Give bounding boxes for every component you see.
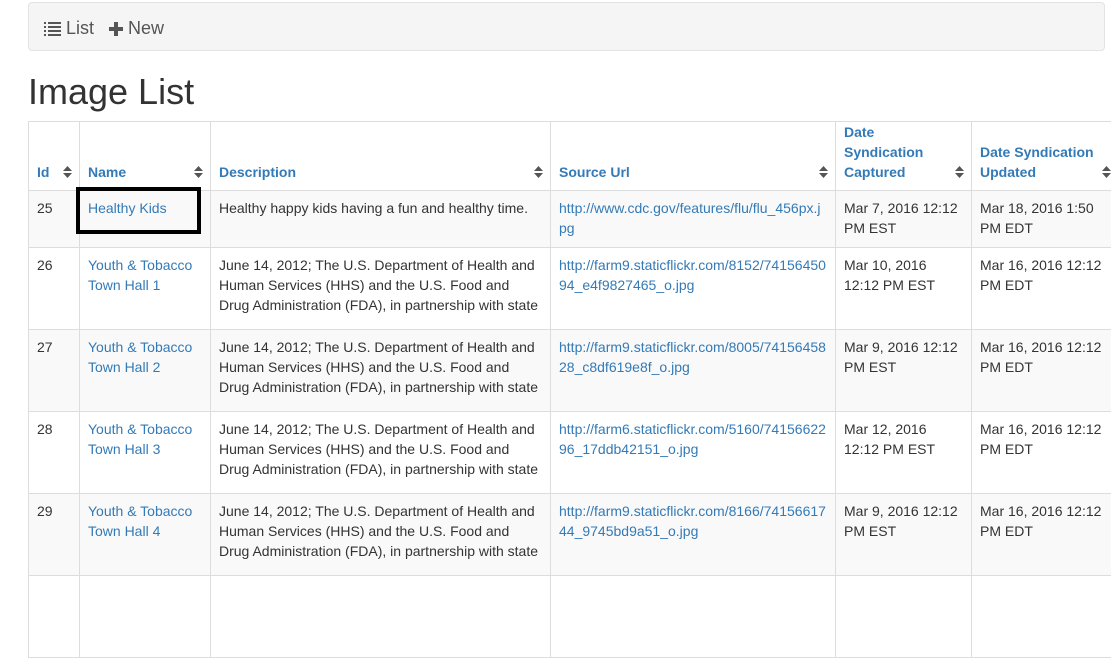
table-header-row: Id Name Description Source Url Date Synd… [29,122,1111,191]
cell-source-url: http://farm9.staticflickr.com/8166/74156… [551,494,836,576]
cell-id: 25 [29,191,80,248]
source-url-link[interactable]: http://farm9.staticflickr.com/8166/74156… [559,503,826,539]
table-row [29,576,1111,658]
name-link[interactable]: Healthy Kids [88,200,167,216]
column-header-label: Date Syndication Captured [844,122,963,182]
cell-id: 27 [29,330,80,412]
cell-date-captured: Mar 12, 2016 12:12 PM EST [836,412,972,494]
cell-id: 28 [29,412,80,494]
table-row: 27 Youth & Tobacco Town Hall 2 June 14, … [29,330,1111,412]
description-text: June 14, 2012; The U.S. Department of He… [219,337,542,397]
cell-description [211,576,551,658]
source-url-link[interactable]: http://farm9.staticflickr.com/8005/74156… [559,339,826,375]
cell-date-updated: Mar 16, 2016 12:12 PM EDT [972,494,1111,576]
cell-date-updated [972,576,1111,658]
sort-icon [955,166,964,178]
description-text: June 14, 2012; The U.S. Department of He… [219,255,542,315]
new-button-label: New [128,18,164,39]
sort-icon [63,166,72,178]
list-button[interactable]: List [44,18,94,39]
sort-icon [1102,166,1111,178]
description-text: June 14, 2012; The U.S. Department of He… [219,501,542,561]
column-header-date-updated[interactable]: Date Syndication Updated [972,122,1111,191]
cell-name: Youth & Tobacco Town Hall 4 [80,494,211,576]
name-link[interactable]: Youth & Tobacco Town Hall 3 [88,421,192,457]
cell-description: June 14, 2012; The U.S. Department of He… [211,412,551,494]
column-header-description[interactable]: Description [211,122,551,191]
sort-icon [819,166,828,178]
cell-name [80,576,211,658]
column-header-date-captured[interactable]: Date Syndication Captured [836,122,972,191]
image-table-container: Id Name Description Source Url Date Synd… [28,121,1111,658]
cell-name: Healthy Kids [80,191,211,248]
sort-icon [194,166,203,178]
cell-description: Healthy happy kids having a fun and heal… [211,191,551,248]
cell-date-captured: Mar 10, 2016 12:12 PM EST [836,248,972,330]
cell-date-captured: Mar 9, 2016 12:12 PM EST [836,494,972,576]
cell-date-updated: Mar 16, 2016 12:12 PM EDT [972,330,1111,412]
sort-icon [534,166,543,178]
new-button[interactable]: New [109,18,164,39]
description-text: June 14, 2012; The U.S. Department of He… [219,419,542,479]
cell-date-captured [836,576,972,658]
cell-name: Youth & Tobacco Town Hall 1 [80,248,211,330]
table-row: 26 Youth & Tobacco Town Hall 1 June 14, … [29,248,1111,330]
description-text: Healthy happy kids having a fun and heal… [219,198,542,218]
cell-name: Youth & Tobacco Town Hall 3 [80,412,211,494]
table-row: 29 Youth & Tobacco Town Hall 4 June 14, … [29,494,1111,576]
toolbar: List New [28,2,1105,51]
name-link[interactable]: Youth & Tobacco Town Hall 2 [88,339,192,375]
column-header-name[interactable]: Name [80,122,211,191]
list-icon [44,21,61,37]
cell-date-updated: Mar 18, 2016 1:50 PM EDT [972,191,1111,248]
plus-icon [109,22,123,36]
cell-source-url: http://farm6.staticflickr.com/5160/74156… [551,412,836,494]
page-title: Image List [28,72,194,112]
cell-description: June 14, 2012; The U.S. Department of He… [211,330,551,412]
cell-source-url [551,576,836,658]
cell-name: Youth & Tobacco Town Hall 2 [80,330,211,412]
source-url-link[interactable]: http://farm6.staticflickr.com/5160/74156… [559,421,826,457]
source-url-link[interactable]: http://farm9.staticflickr.com/8152/74156… [559,257,826,293]
cell-id: 29 [29,494,80,576]
cell-source-url: http://farm9.staticflickr.com/8005/74156… [551,330,836,412]
cell-date-captured: Mar 9, 2016 12:12 PM EST [836,330,972,412]
column-header-id[interactable]: Id [29,122,80,191]
source-url-link[interactable]: http://www.cdc.gov/features/flu/flu_456p… [559,200,820,236]
cell-source-url: http://farm9.staticflickr.com/8152/74156… [551,248,836,330]
cell-date-updated: Mar 16, 2016 12:12 PM EDT [972,248,1111,330]
column-header-label: Description [219,162,542,182]
name-link[interactable]: Youth & Tobacco Town Hall 4 [88,503,192,539]
table-row: 28 Youth & Tobacco Town Hall 3 June 14, … [29,412,1111,494]
column-header-label: Date Syndication Updated [980,142,1110,182]
cell-id: 26 [29,248,80,330]
name-link[interactable]: Youth & Tobacco Town Hall 1 [88,257,192,293]
cell-id [29,576,80,658]
cell-source-url: http://www.cdc.gov/features/flu/flu_456p… [551,191,836,248]
column-header-label: Source Url [559,162,827,182]
column-header-label: Name [88,162,202,182]
cell-description: June 14, 2012; The U.S. Department of He… [211,248,551,330]
column-header-source-url[interactable]: Source Url [551,122,836,191]
cell-date-captured: Mar 7, 2016 12:12 PM EST [836,191,972,248]
cell-description: June 14, 2012; The U.S. Department of He… [211,494,551,576]
table-row: 25 Healthy Kids Healthy happy kids havin… [29,191,1111,248]
cell-date-updated: Mar 16, 2016 12:12 PM EDT [972,412,1111,494]
list-button-label: List [66,18,94,39]
image-table: Id Name Description Source Url Date Synd… [28,121,1111,658]
